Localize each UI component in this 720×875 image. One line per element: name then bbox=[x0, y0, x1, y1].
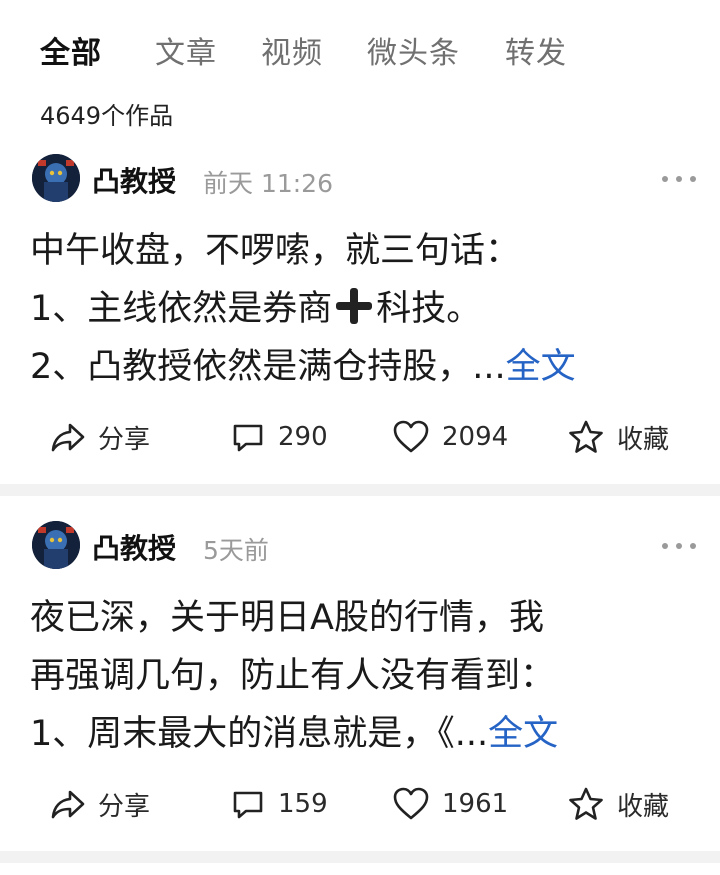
comment-count: 290 bbox=[278, 422, 328, 452]
favorite-label: 收藏 bbox=[617, 424, 670, 455]
post-actions: 分享 159 1961 收藏 bbox=[0, 779, 720, 829]
divider bbox=[0, 851, 720, 863]
author-name[interactable]: 凸教授 bbox=[92, 160, 176, 200]
post-card: 凸教授 5天前 夜已深，关于明日A股的行情，我 再强调几句，防止有人没有看到： … bbox=[0, 507, 720, 847]
like-count: 1961 bbox=[442, 789, 509, 819]
author-name[interactable]: 凸教授 bbox=[92, 527, 176, 567]
content-tabs: 全部 文章 视频 微头条 转发 bbox=[0, 0, 720, 96]
favorite-button[interactable]: 收藏 bbox=[567, 779, 669, 829]
heart-icon bbox=[393, 420, 429, 453]
post-actions: 分享 290 2094 收藏 bbox=[0, 412, 720, 462]
post-line: 夜已深，关于明日A股的行情，我 bbox=[30, 598, 544, 638]
post-line: 再强调几句，防止有人没有看到： bbox=[30, 656, 556, 696]
star-icon bbox=[569, 420, 603, 453]
share-icon bbox=[51, 790, 85, 819]
like-count: 2094 bbox=[442, 422, 509, 452]
tab-articles[interactable]: 文章 bbox=[155, 28, 217, 72]
full-text-link[interactable]: 全文 bbox=[506, 347, 576, 387]
comment-icon bbox=[233, 791, 263, 819]
share-button[interactable]: 分享 bbox=[50, 412, 150, 462]
post-line: 1、主线依然是券商 科技。 bbox=[30, 280, 680, 338]
post-line-segment: 1、周末最大的消息就是，《... bbox=[30, 714, 489, 754]
more-icon[interactable] bbox=[662, 176, 696, 184]
works-count: 4649个作品 bbox=[40, 102, 174, 130]
post-line-segment: 1、主线依然是券商 bbox=[30, 289, 333, 329]
comment-icon bbox=[233, 424, 263, 452]
like-button[interactable]: 2094 bbox=[392, 412, 508, 462]
share-label: 分享 bbox=[98, 791, 151, 822]
comment-count: 159 bbox=[278, 789, 328, 819]
heart-icon bbox=[393, 787, 429, 820]
share-icon bbox=[51, 423, 85, 452]
post-body[interactable]: 夜已深，关于明日A股的行情，我 再强调几句，防止有人没有看到： 1、周末最大的消… bbox=[30, 589, 680, 763]
comment-button[interactable]: 290 bbox=[230, 412, 328, 462]
avatar[interactable] bbox=[32, 521, 80, 569]
share-button[interactable]: 分享 bbox=[50, 779, 150, 829]
post-line: 2、凸教授依然是满仓持股，...全文 bbox=[30, 338, 680, 396]
star-icon bbox=[569, 787, 603, 820]
post-line-segment: 科技。 bbox=[376, 289, 482, 329]
tab-reposts[interactable]: 转发 bbox=[505, 28, 567, 72]
post-time: 前天 11:26 bbox=[203, 169, 333, 198]
like-button[interactable]: 1961 bbox=[392, 779, 508, 829]
favorite-button[interactable]: 收藏 bbox=[567, 412, 669, 462]
post-line: 1、周末最大的消息就是，《...全文 bbox=[30, 705, 680, 763]
post-card: 凸教授 前天 11:26 中午收盘，不啰嗦，就三句话： 1、主线依然是券商 科技。… bbox=[0, 140, 720, 480]
tab-videos[interactable]: 视频 bbox=[261, 28, 323, 72]
tab-all[interactable]: 全部 bbox=[40, 28, 102, 72]
favorite-label: 收藏 bbox=[617, 791, 670, 822]
avatar[interactable] bbox=[32, 154, 80, 202]
post-line-segment: 2、凸教授依然是满仓持股，... bbox=[30, 347, 506, 387]
tab-micro-headlines[interactable]: 微头条 bbox=[367, 28, 460, 72]
comment-button[interactable]: 159 bbox=[230, 779, 328, 829]
share-label: 分享 bbox=[98, 424, 151, 455]
more-icon[interactable] bbox=[662, 543, 696, 551]
divider bbox=[0, 484, 720, 496]
post-line: 中午收盘，不啰嗦，就三句话： bbox=[30, 231, 521, 271]
plus-icon bbox=[334, 286, 374, 326]
post-time: 5天前 bbox=[203, 536, 269, 565]
post-body[interactable]: 中午收盘，不啰嗦，就三句话： 1、主线依然是券商 科技。 2、凸教授依然是满仓持股… bbox=[30, 222, 680, 396]
full-text-link[interactable]: 全文 bbox=[488, 714, 558, 754]
